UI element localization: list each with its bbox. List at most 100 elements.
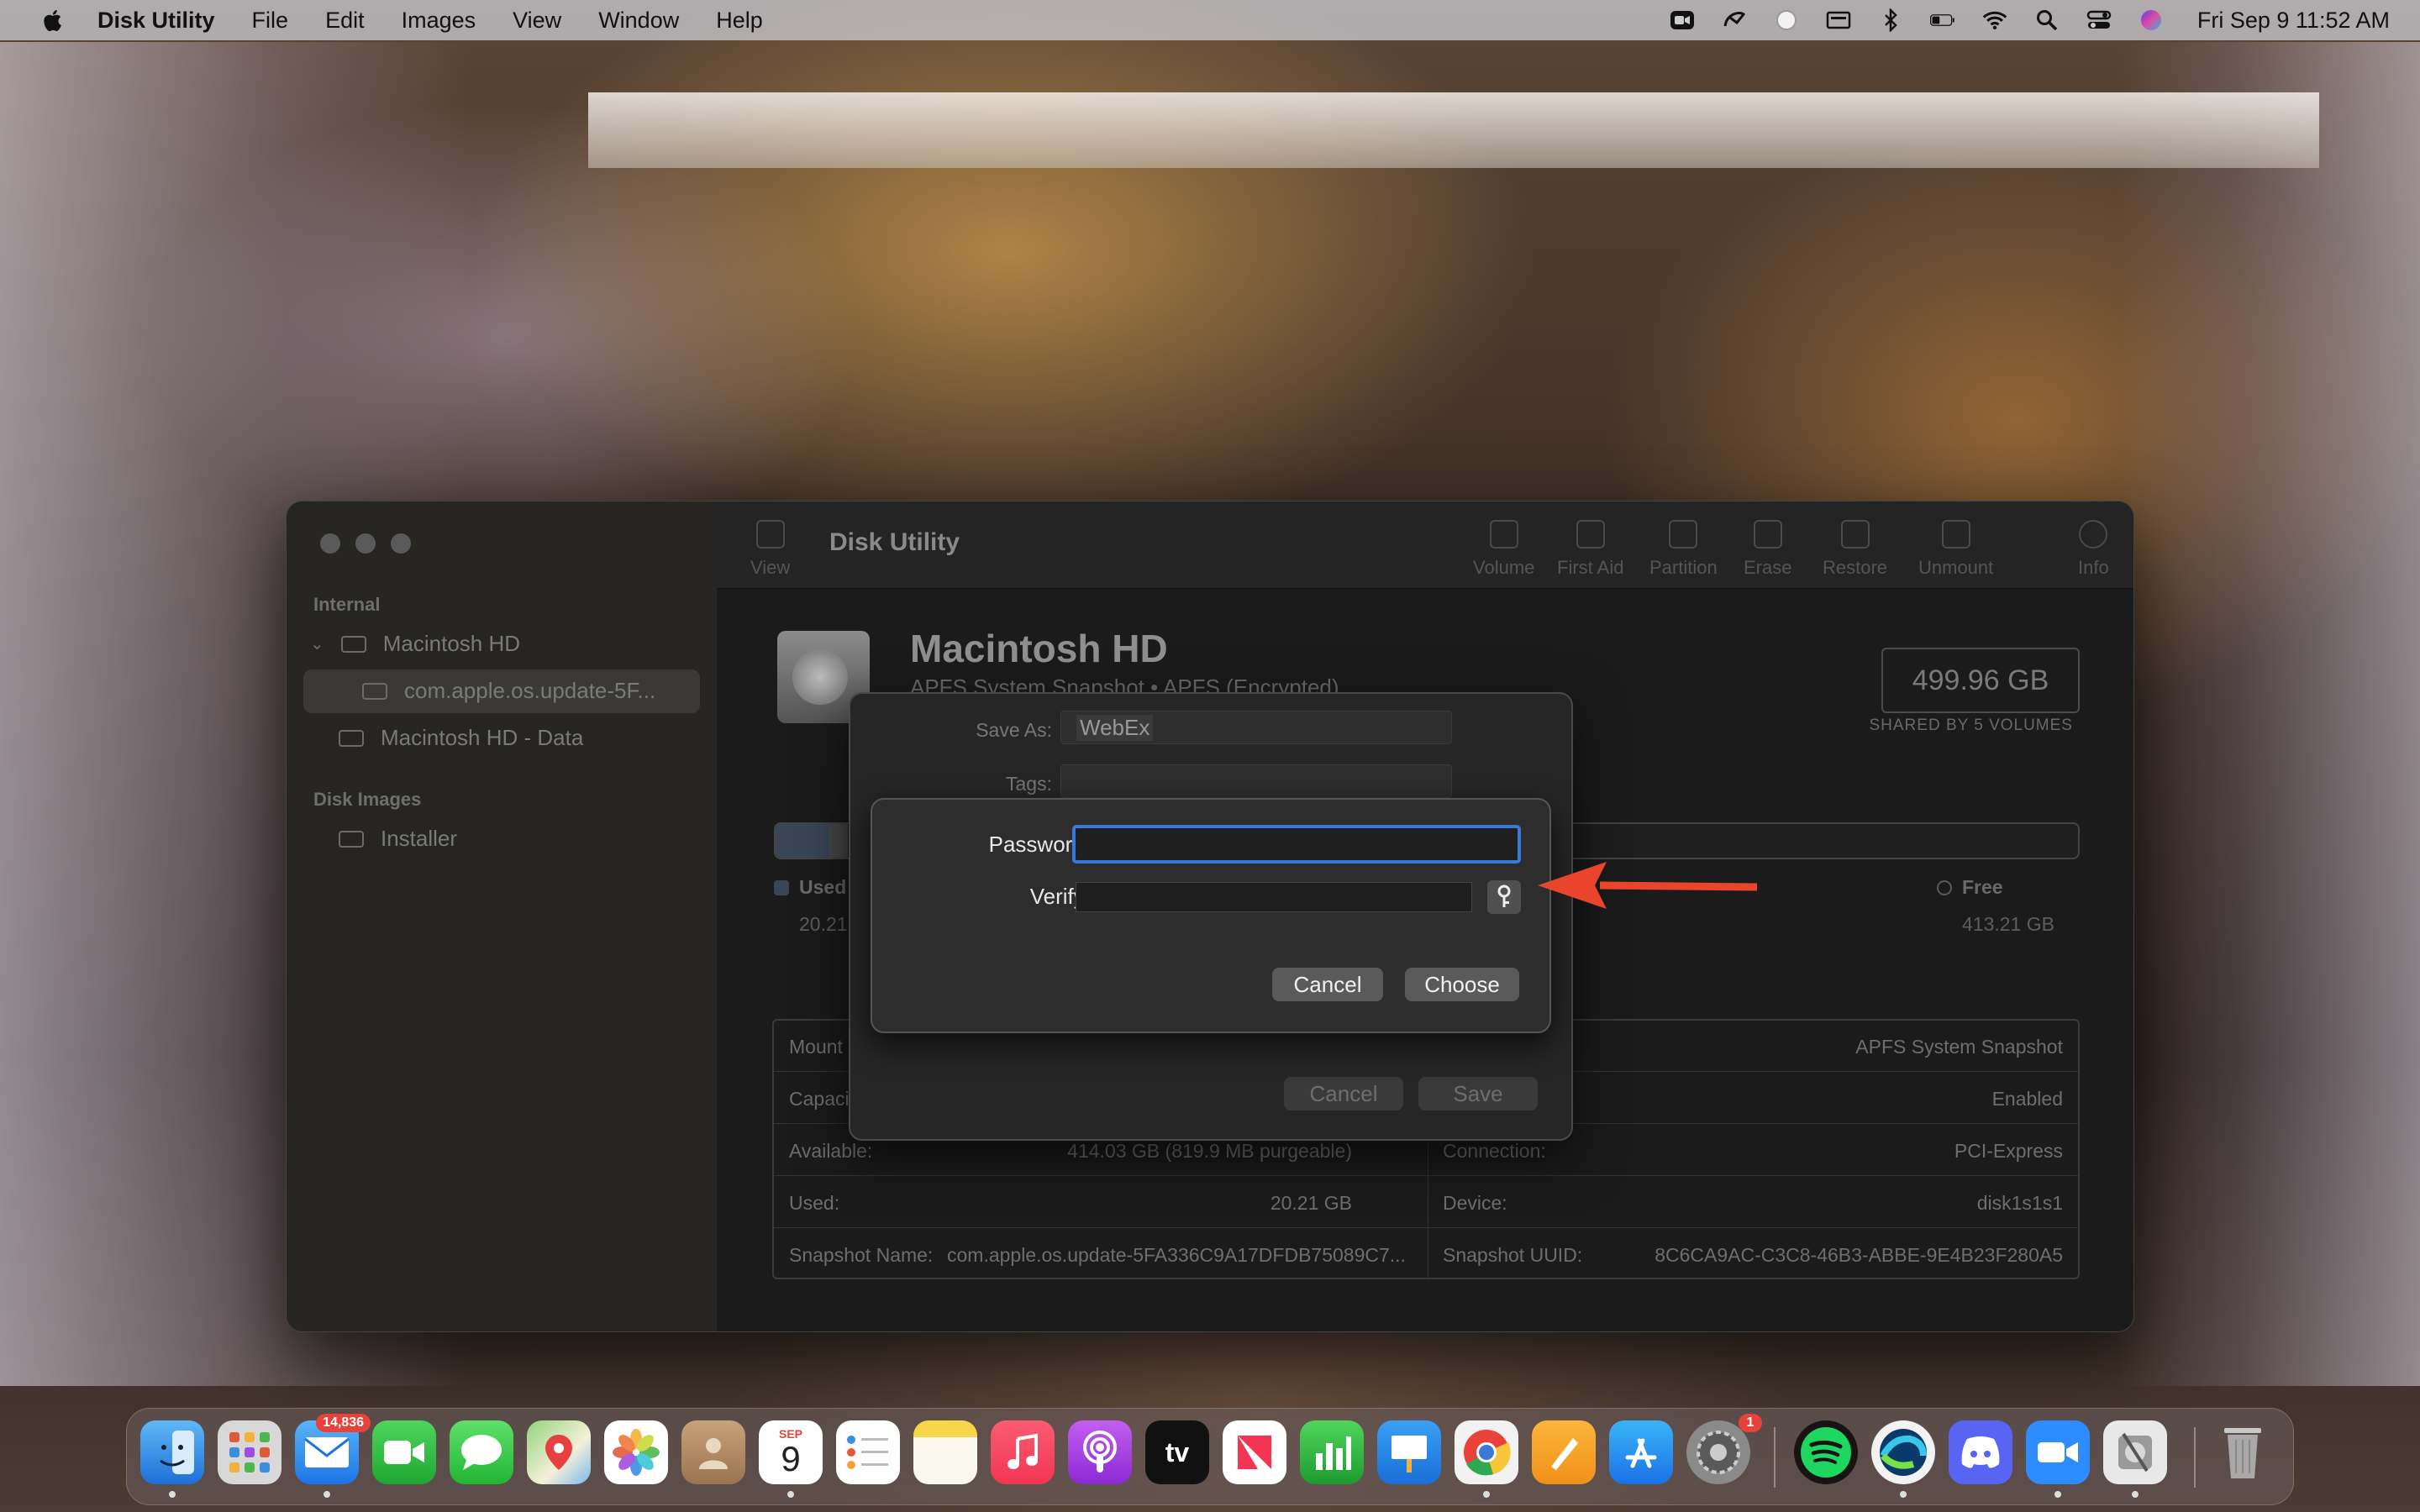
siri-icon[interactable] [2139,9,2164,31]
zoom-icon[interactable] [2026,1420,2090,1484]
wallpaper-beam [588,92,2319,168]
info-available-label: Available: [789,1140,873,1162]
legend-free: Free [1937,876,2003,899]
usage-bar-used [776,824,829,858]
finder-icon[interactable] [140,1420,204,1484]
contacts-icon[interactable] [681,1420,745,1484]
photos-icon[interactable] [604,1420,668,1484]
running-indicator [324,1491,330,1498]
partition-button[interactable]: Partition [1649,520,1718,579]
chrome-icon[interactable] [1455,1420,1518,1484]
menu-window[interactable]: Window [598,8,679,34]
app-store-icon[interactable] [1609,1420,1673,1484]
keyboard-status-icon[interactable] [1826,9,1851,31]
key-icon [1497,885,1511,907]
notes-icon[interactable] [913,1420,977,1484]
menu-images[interactable]: Images [402,8,476,34]
info-connection-value: PCI-Express [1954,1140,2063,1162]
partition-icon [1669,520,1698,549]
restore-label: Restore [1823,557,1888,578]
calendar-icon[interactable]: SEP 9 [759,1420,823,1484]
sheet-cancel-button[interactable]: Cancel [1284,1077,1403,1110]
unmount-button[interactable]: Unmount [1918,520,1993,579]
webex-icon[interactable] [1871,1420,1935,1484]
circle-status-icon[interactable] [1774,9,1799,31]
music-icon[interactable] [991,1420,1055,1484]
password-assistant-button[interactable] [1487,880,1521,914]
control-center-icon[interactable] [2086,9,2112,31]
trash-icon[interactable] [2211,1420,2275,1484]
sheet-save-button[interactable]: Save [1418,1077,1538,1110]
info-button[interactable]: Info [2078,520,2109,579]
restore-button[interactable]: Restore [1823,520,1887,579]
minimize-button[interactable] [355,533,376,554]
mail-badge: 14,836 [316,1414,371,1432]
bluetooth-status-icon[interactable] [1878,8,1903,32]
view-button[interactable]: View [750,520,790,579]
menu-app-name[interactable]: Disk Utility [97,8,215,34]
info-snapshot-name-value: com.apple.os.update-5FA336C9A17DFDB75089… [947,1244,1406,1266]
discord-icon[interactable] [1949,1420,2012,1484]
spotlight-search-icon[interactable] [2034,9,2060,31]
disk-icon [340,635,366,653]
chevron-down-icon[interactable]: ⌄ [310,633,324,654]
dock: 14,836 SEP 9 tv 1 [126,1408,2294,1505]
sidebar-item-snapshot[interactable]: com.apple.os.update-5F... [362,678,655,704]
launchpad-icon[interactable] [218,1420,281,1484]
sidebar-item-macintosh-hd-data[interactable]: Macintosh HD - Data [339,725,583,751]
password-cancel-button[interactable]: Cancel [1272,968,1383,1001]
disk-icon [339,830,364,848]
legend-used-swatch [774,879,789,895]
wifi-icon[interactable] [1982,9,2007,31]
sidebar-item-macintosh-hd[interactable]: ⌄ Macintosh HD [310,631,520,657]
password-dialog: Password: Verify: Cancel Choose [871,798,1551,1033]
reminders-icon[interactable] [836,1420,900,1484]
battery-icon[interactable] [1929,9,1955,31]
volume-button[interactable]: Volume [1473,520,1534,579]
erase-button[interactable]: Erase [1744,520,1791,579]
info-connection-label: Connection: [1443,1140,1546,1162]
capacity-box: 499.96 GB [1881,648,2080,713]
pages-icon[interactable] [1532,1420,1596,1484]
info-capacity-label: Capaci [789,1088,850,1110]
menu-view[interactable]: View [513,8,561,34]
zoom-status-icon[interactable] [1670,9,1695,31]
info-snapshot-name-label: Snapshot Name: [789,1244,934,1266]
zoom-button[interactable] [391,533,411,554]
password-input[interactable] [1072,825,1521,864]
menu-clock[interactable]: Fri Sep 9 11:52 AM [2197,8,2390,34]
messages-icon[interactable] [450,1420,513,1484]
choose-button[interactable]: Choose [1405,968,1519,1001]
running-indicator [2054,1491,2061,1498]
news-icon[interactable] [1223,1420,1286,1484]
close-button[interactable] [320,533,340,554]
menu-edit[interactable]: Edit [325,8,365,34]
mail-icon[interactable]: 14,836 [295,1414,371,1484]
spotify-icon[interactable] [1794,1420,1858,1484]
first-aid-button[interactable]: First Aid [1557,520,1623,579]
apple-tv-icon[interactable]: tv [1145,1420,1209,1484]
numbers-icon[interactable] [1300,1420,1364,1484]
sidebar-item-installer[interactable]: Installer [339,826,457,852]
info-divider [774,1175,2078,1176]
info-mount-label: Mount [789,1036,843,1058]
info-available-value: 414.03 GB (819.9 MB purgeable) [1067,1140,1352,1162]
tags-field[interactable] [1060,764,1452,798]
menu-help[interactable]: Help [716,8,763,34]
scribble-status-icon[interactable] [1722,9,1747,31]
verify-label: Verify: [1029,884,1091,909]
podcasts-icon[interactable] [1068,1420,1132,1484]
menu-file[interactable]: File [252,8,289,34]
system-preferences-icon[interactable]: 1 [1686,1414,1762,1484]
usage-bar-other [829,824,848,858]
verify-input[interactable] [1076,882,1472,912]
keynote-icon[interactable] [1377,1420,1441,1484]
apple-menu-icon[interactable] [35,8,69,33]
menu-bar: Disk Utility File Edit Images View Windo… [0,0,2420,40]
sidebar-item-label: com.apple.os.update-5F... [404,678,656,703]
facetime-icon[interactable] [372,1420,436,1484]
disk-utility-icon[interactable] [2103,1420,2167,1484]
maps-icon[interactable] [527,1420,591,1484]
sidebar-item-label: Installer [381,826,458,851]
save-as-field[interactable]: WebEx [1060,711,1452,744]
